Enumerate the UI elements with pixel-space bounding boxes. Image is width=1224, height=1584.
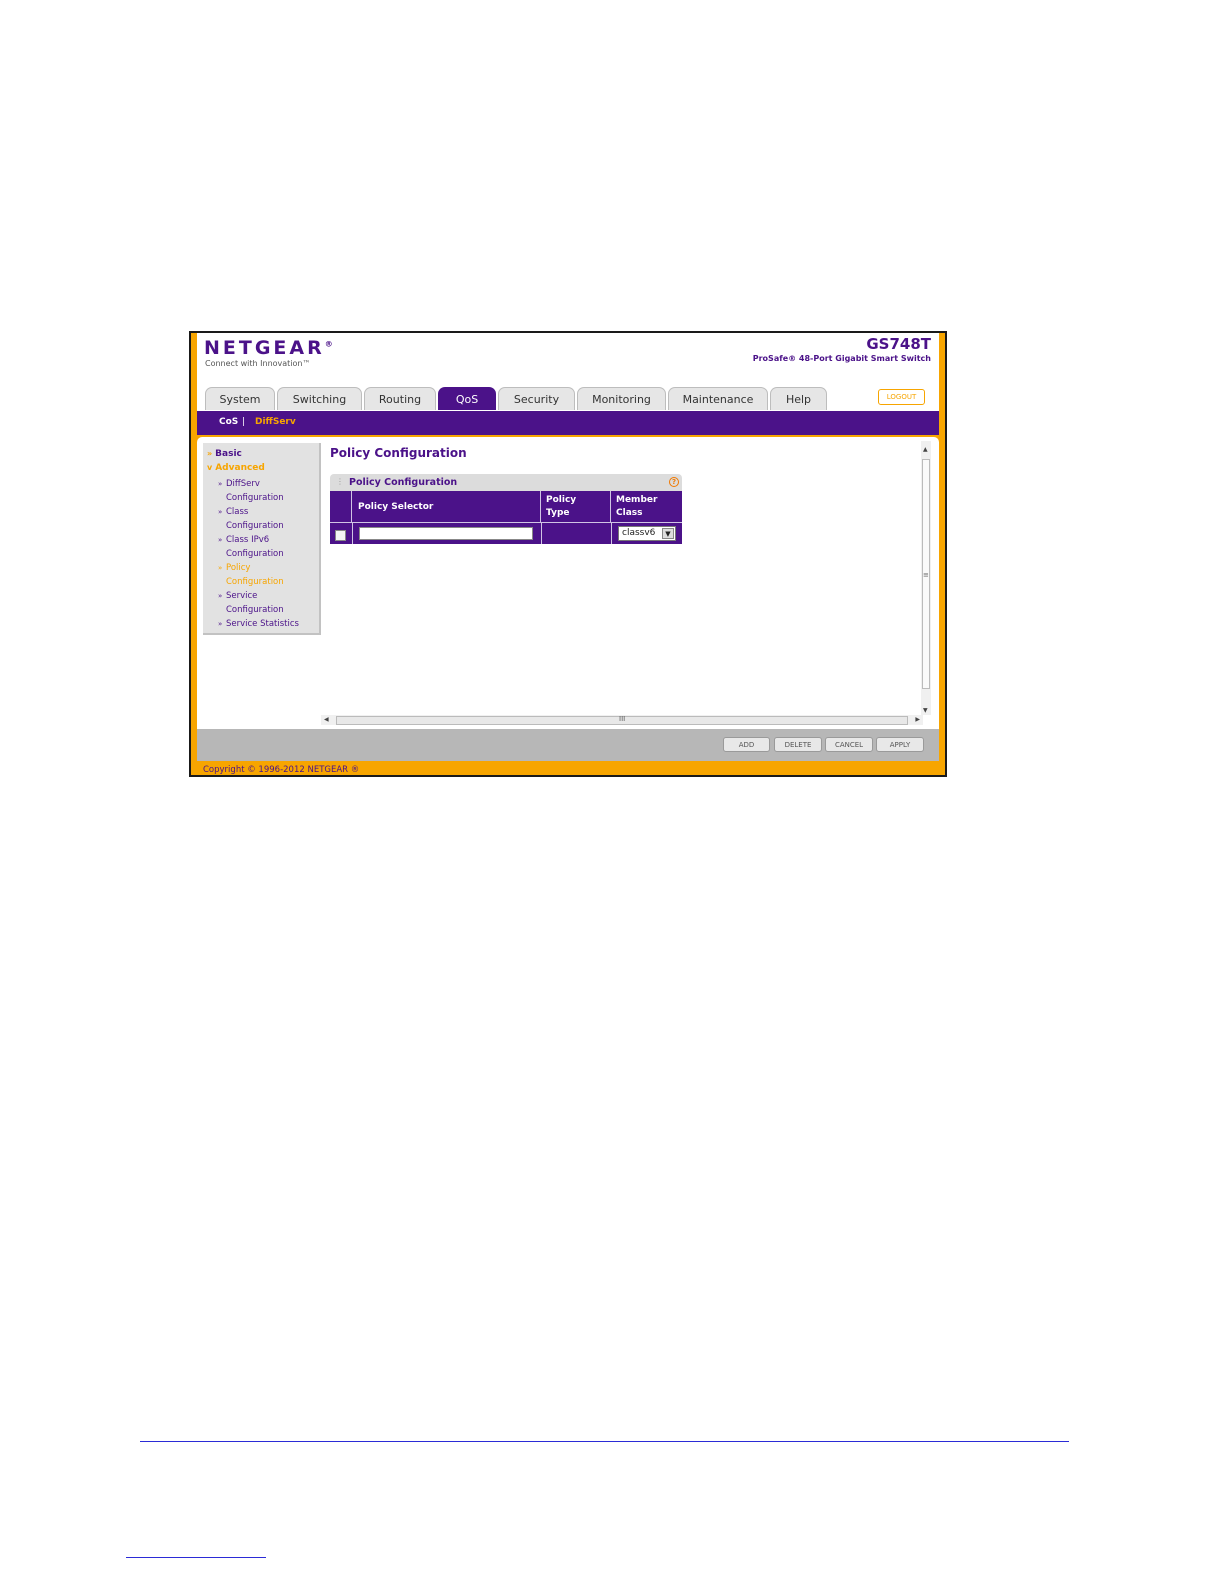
chevron-right-icon: »: [207, 449, 213, 458]
panel-title: Policy Configuration: [349, 477, 458, 488]
column-header-member-class: Member Class: [616, 495, 658, 518]
add-button[interactable]: ADD: [723, 737, 770, 752]
dropdown-arrow-icon[interactable]: ▼: [662, 528, 674, 539]
tab-monitoring[interactable]: Monitoring: [577, 387, 666, 410]
browser-screenshot: NETGEAR® Connect with Innovation™ GS748T…: [189, 331, 947, 777]
row-select-checkbox[interactable]: [335, 530, 346, 541]
tab-help[interactable]: Help: [770, 387, 827, 410]
scroll-down-icon[interactable]: ▼: [923, 707, 928, 714]
nav-policy-configuration[interactable]: » Policy Configuration: [218, 561, 284, 589]
subnav-cos[interactable]: CoS: [219, 417, 238, 427]
column-divider: [541, 522, 542, 544]
bullet-icon: »: [218, 620, 223, 628]
grip-icon: ≡: [923, 571, 929, 579]
content-area: » Basic v Advanced » DiffServ Configuration…: [197, 437, 939, 729]
subnav-separator: |: [242, 417, 246, 427]
scroll-left-icon[interactable]: ◀: [324, 716, 329, 723]
delete-button[interactable]: DELETE: [774, 737, 822, 752]
column-divider: [611, 522, 612, 544]
subnav-diffserv[interactable]: DiffServ: [255, 417, 296, 427]
tab-routing[interactable]: Routing: [364, 387, 436, 410]
model-description: ProSafe® 48-Port Gigabit Smart Switch: [752, 354, 931, 363]
sub-navigation: CoS | DiffServ: [197, 411, 939, 435]
policy-selector-input[interactable]: [359, 527, 533, 540]
member-class-select[interactable]: classv6 ▼: [618, 526, 676, 541]
netgear-logo: NETGEAR®: [204, 337, 336, 359]
row-divider: [330, 522, 682, 523]
column-header-policy-selector: Policy Selector: [352, 491, 541, 522]
tab-switching[interactable]: Switching: [277, 387, 362, 410]
panel-header: ⋮ Policy Configuration ?: [330, 474, 682, 491]
bullet-icon: »: [218, 536, 223, 544]
bullet-icon: »: [218, 480, 223, 488]
vertical-scrollbar[interactable]: ▲ ≡ ▼: [921, 441, 931, 715]
footnote-divider: [126, 1557, 266, 1558]
scroll-up-icon[interactable]: ▲: [923, 446, 928, 453]
nav-basic[interactable]: » Basic: [207, 449, 242, 459]
tagline: Connect with Innovation™: [205, 359, 311, 368]
tab-security[interactable]: Security: [498, 387, 575, 410]
logout-button[interactable]: LOGOUT: [878, 389, 925, 405]
cancel-button[interactable]: CANCEL: [825, 737, 873, 752]
model-name: GS748T: [866, 335, 931, 353]
nav-service-configuration[interactable]: » Service Configuration: [218, 589, 284, 617]
column-divider: [352, 522, 353, 544]
bullet-icon: »: [218, 564, 223, 572]
help-icon[interactable]: ?: [669, 477, 679, 487]
grip-icon: III: [619, 715, 626, 723]
apply-button[interactable]: APPLY: [876, 737, 924, 752]
tab-maintenance[interactable]: Maintenance: [668, 387, 768, 410]
nav-service-statistics[interactable]: » Service Statistics: [218, 617, 299, 631]
left-navigation: » Basic v Advanced » DiffServ Configuration…: [203, 443, 321, 635]
document-divider: [140, 1441, 1069, 1442]
scroll-right-icon[interactable]: ▶: [915, 716, 920, 723]
chevron-down-icon: v: [207, 463, 213, 472]
column-header-select: [330, 491, 352, 522]
main-tabs: System Switching Routing QoS Security Mo…: [205, 387, 827, 411]
column-header-policy-type: Policy Type: [541, 491, 611, 522]
bullet-icon: »: [218, 508, 223, 516]
nav-class-configuration[interactable]: » Class Configuration: [218, 505, 284, 533]
page-title: Policy Configuration: [330, 446, 467, 460]
nav-advanced[interactable]: v Advanced: [207, 463, 265, 473]
button-bar: ADD DELETE CANCEL APPLY: [197, 729, 939, 761]
drag-handle-icon: ⋮: [336, 477, 344, 486]
tab-system[interactable]: System: [205, 387, 275, 410]
tab-qos[interactable]: QoS: [438, 387, 496, 410]
horizontal-scrollbar[interactable]: ◀ III ▶: [321, 715, 923, 725]
nav-diffserv-configuration[interactable]: » DiffServ Configuration: [218, 477, 284, 505]
header: NETGEAR® Connect with Innovation™ GS748T…: [197, 333, 939, 411]
bullet-icon: »: [218, 592, 223, 600]
copyright: Copyright © 1996-2012 NETGEAR ®: [203, 765, 360, 775]
nav-class-ipv6-configuration[interactable]: » Class IPv6 Configuration: [218, 533, 284, 561]
policy-table: Policy Selector Policy Type Member Class…: [330, 491, 682, 544]
